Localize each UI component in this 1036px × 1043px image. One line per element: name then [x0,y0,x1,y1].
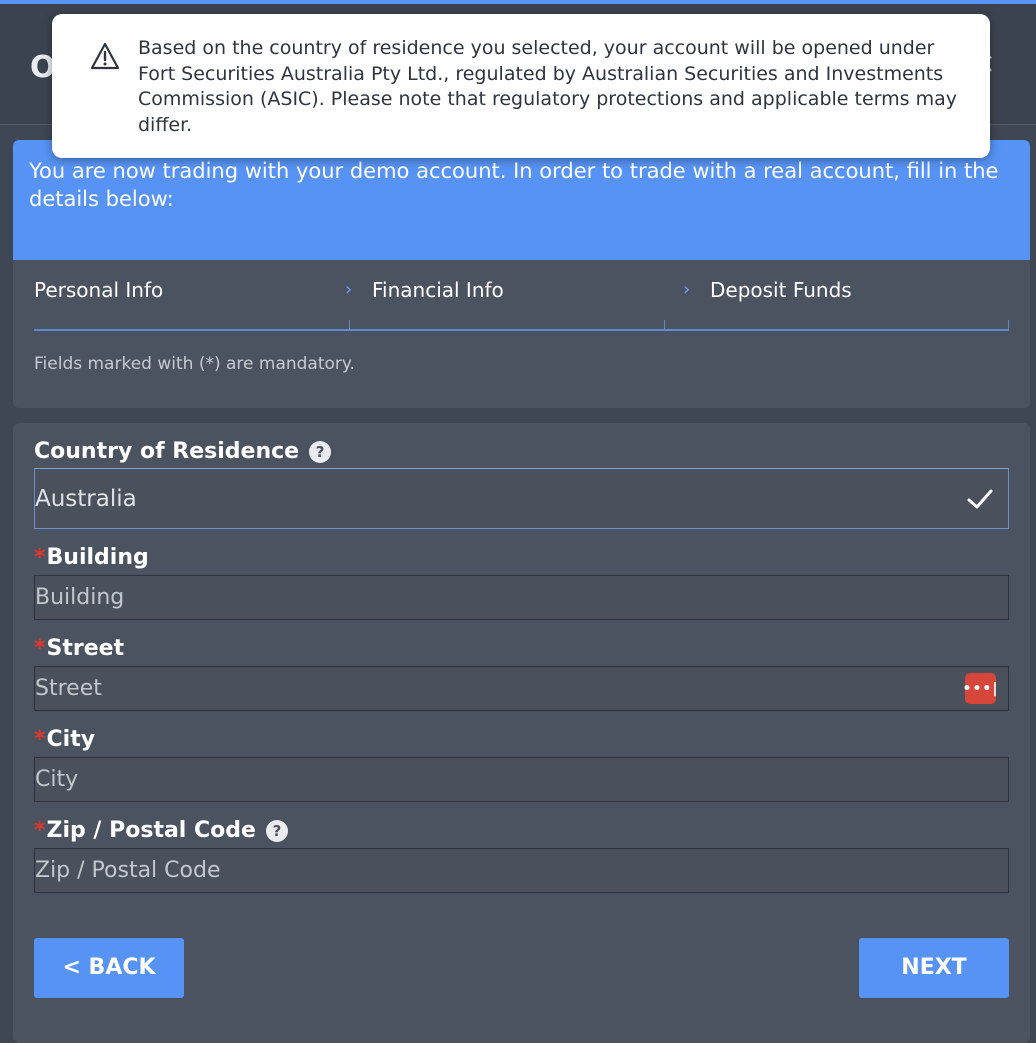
step-deposit-funds[interactable]: Deposit Funds [710,260,852,330]
back-button[interactable]: < BACK [34,938,184,998]
building-input[interactable] [35,576,1008,619]
toast-message: Based on the country of residence you se… [138,37,957,136]
next-button[interactable]: NEXT [859,938,1009,998]
zip-input[interactable] [35,849,1008,892]
street-field[interactable]: •••| [34,666,1009,711]
street-label: * Street [34,636,124,661]
required-mark: * [34,727,46,752]
help-icon[interactable]: ? [265,819,288,842]
checkmark-icon [967,489,993,509]
password-manager-icon[interactable]: •••| [963,673,997,704]
city-field[interactable] [34,757,1009,802]
help-icon[interactable]: ? [309,440,332,463]
building-field[interactable] [34,575,1009,620]
city-input[interactable] [35,758,1008,801]
address-form-card: Country of Residence ? Australia * Build… [13,423,1030,1043]
mandatory-note: Fields marked with (*) are mandatory. [34,354,355,374]
street-label-text: Street [46,636,125,661]
required-mark: * [34,545,46,570]
demo-account-banner: You are now trading with your demo accou… [13,140,1030,260]
onboarding-header-card: You are now trading with your demo accou… [13,140,1030,408]
warning-icon [90,42,120,70]
required-mark: * [34,636,46,661]
city-label-text: City [46,727,96,752]
step-personal-info[interactable]: Personal Info [34,260,163,330]
step-financial-info[interactable]: Financial Info [372,260,504,330]
country-label-text: Country of Residence [34,439,300,464]
required-mark: * [34,818,46,843]
street-input[interactable] [35,667,1008,710]
zip-label-text: Zip / Postal Code [46,818,256,843]
city-label: * City [34,727,95,752]
steps-underline [34,329,1009,331]
building-label-text: Building [46,545,149,570]
building-label: * Building [34,545,149,570]
progress-steps: Personal Info › Financial Info › Deposit… [34,260,1009,332]
zip-field[interactable] [34,848,1009,893]
chevron-right-icon: › [345,279,353,300]
step-divider [664,320,665,330]
country-label: Country of Residence ? [34,439,332,464]
chevron-right-icon: › [683,279,691,300]
step-divider [349,320,350,330]
country-value: Australia [35,485,137,512]
country-select[interactable]: Australia [34,468,1009,529]
step-divider [1008,320,1009,330]
notification-toast: Based on the country of residence you se… [52,14,990,158]
zip-label: * Zip / Postal Code ? [34,818,288,843]
